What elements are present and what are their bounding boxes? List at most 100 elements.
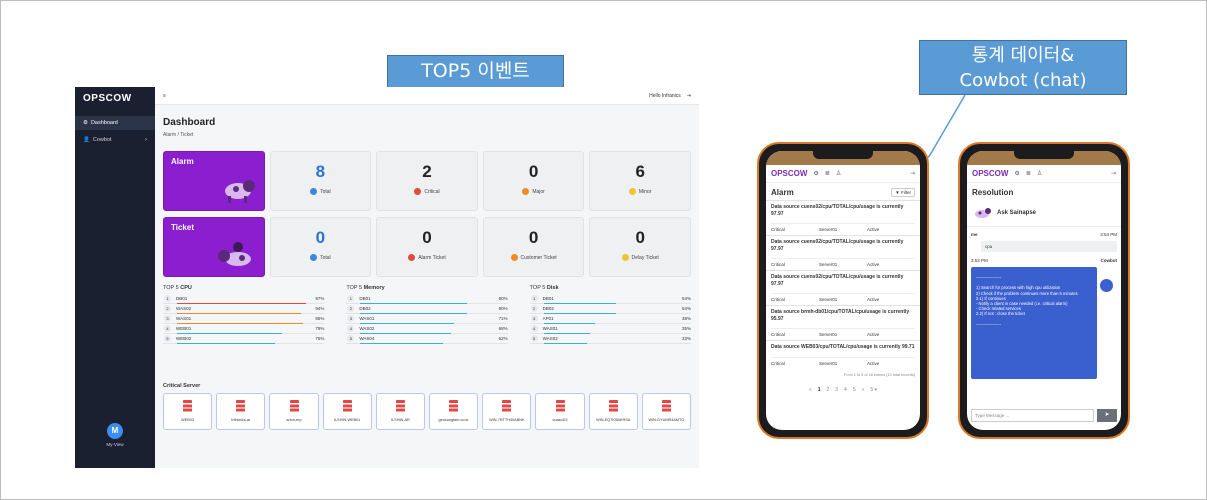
logout-icon[interactable]: ⇥ bbox=[1111, 170, 1116, 177]
cloud-icon: M bbox=[107, 423, 123, 439]
alarm-major-label: Major bbox=[532, 188, 545, 195]
ticket-alarm-value: 0 bbox=[422, 228, 432, 247]
page-5[interactable]: 5 bbox=[853, 387, 856, 393]
ticket-card[interactable]: Ticket bbox=[163, 217, 265, 277]
page-next[interactable]: » bbox=[862, 387, 865, 393]
server-card[interactable]: WIN-EQ7KSBKRSA bbox=[588, 393, 638, 430]
alarm-minor-label: Minor bbox=[638, 188, 652, 195]
logo[interactable]: OPSCOW bbox=[75, 87, 155, 104]
server-card[interactable]: WIN-7RTTH40ABNK bbox=[482, 393, 532, 430]
alarm-icon bbox=[408, 254, 416, 261]
bot-name: Ask Sainapse bbox=[997, 210, 1037, 216]
alarm-major-value: 0 bbox=[528, 162, 539, 181]
list-item[interactable]: 5 WAS02 33% bbox=[529, 334, 691, 344]
server-card[interactable]: geusungtam.co.kr bbox=[429, 393, 479, 430]
status-bar bbox=[967, 151, 1121, 165]
list-item[interactable]: 1 DB01 54% bbox=[529, 294, 691, 304]
server-card[interactable]: WEB03 bbox=[163, 393, 213, 430]
server-card[interactable]: Infranics-ar bbox=[216, 393, 266, 430]
ticket-total-tile[interactable]: 0 Total bbox=[269, 217, 372, 277]
list-item[interactable]: 5 WAS04 62% bbox=[346, 334, 508, 344]
my-view-label: My-View bbox=[106, 442, 124, 447]
dashboard-screenshot: OPSCOW ⚙ Dashboard 👤 Cowbot › M My-View … bbox=[75, 87, 699, 468]
logout-icon[interactable]: ⇥ bbox=[687, 93, 691, 99]
server-icon bbox=[183, 400, 193, 413]
page-title: Dashboard bbox=[163, 117, 216, 128]
server-card[interactable]: ILSHIN-WEB01 bbox=[322, 393, 372, 430]
server-card[interactable]: arion-erp bbox=[269, 393, 319, 430]
page-prev[interactable]: « bbox=[809, 387, 812, 393]
bot-header: Ask Sainapse bbox=[967, 200, 1121, 227]
page-3[interactable]: 3 bbox=[835, 387, 838, 393]
server-card[interactable]: ILSHIN-AR bbox=[375, 393, 426, 430]
top5-memory-title: TOP 5 Memory bbox=[346, 285, 385, 291]
list-item[interactable]: 1 DB01 97% bbox=[163, 294, 325, 304]
phone-alarm-screen: OPSCOW ⚙ ≣ ♙ ⇥ Alarm ▼ Filter Data sourc… bbox=[766, 151, 920, 430]
list-icon[interactable]: ≣ bbox=[825, 170, 830, 177]
alarm-total-tile[interactable]: 8 Total bbox=[269, 151, 372, 211]
critical-server-title: Critical Server bbox=[163, 383, 201, 389]
list-icon[interactable]: ≣ bbox=[1026, 170, 1031, 177]
info-icon bbox=[310, 254, 318, 261]
list-item[interactable]: 3 AP01 38% bbox=[529, 314, 691, 324]
message-input[interactable]: Type Message ... bbox=[971, 409, 1094, 422]
alarm-critical-tile[interactable]: 2 Critical bbox=[376, 151, 478, 211]
status-bar bbox=[766, 151, 920, 165]
alarm-card[interactable]: Alarm bbox=[163, 151, 265, 211]
list-item[interactable]: Data source cuens02/cpu/TOTAL/cpu/usage … bbox=[766, 200, 920, 235]
send-button[interactable]: ➤ bbox=[1097, 409, 1117, 422]
ticket-delay-tile[interactable]: 0 Delay Ticket bbox=[589, 217, 691, 277]
page-2[interactable]: 2 bbox=[826, 387, 829, 393]
sidebar-item-label: Cowbot bbox=[92, 137, 112, 143]
sidebar-item-dashboard[interactable]: ⚙ Dashboard bbox=[75, 116, 155, 130]
page-4[interactable]: 4 bbox=[844, 387, 847, 393]
user-icon[interactable]: ♙ bbox=[836, 170, 841, 177]
alarm-header: Alarm ▼ Filter bbox=[766, 183, 920, 200]
filter-button[interactable]: ▼ Filter bbox=[891, 188, 915, 197]
alarm-minor-value: 6 bbox=[635, 162, 645, 181]
ticket-customer-tile[interactable]: 0 Customer Ticket bbox=[482, 217, 585, 277]
list-item[interactable]: Data source cuens02/cpu/TOTAL/cpu/usage … bbox=[766, 235, 920, 270]
sidebar-item-cowbot[interactable]: 👤 Cowbot › bbox=[75, 133, 155, 147]
list-item[interactable]: 2 DB02 54% bbox=[529, 304, 691, 314]
page-1[interactable]: 1 bbox=[818, 387, 821, 393]
list-item[interactable]: 4 WAS01 35% bbox=[529, 324, 691, 334]
list-item[interactable]: 2 DB02 80% bbox=[346, 304, 508, 314]
list-item[interactable]: 4 WEB01 79% bbox=[163, 324, 325, 334]
alarm-total-label: Total bbox=[320, 188, 331, 195]
list-item[interactable]: 3 WAS01 71% bbox=[346, 314, 508, 324]
list-item[interactable]: Data source cuens02/cpu/TOTAL/cpu/usage … bbox=[766, 270, 920, 305]
my-view-button[interactable]: M My-View bbox=[99, 423, 131, 447]
send-icon: ➤ bbox=[1104, 412, 1110, 418]
logo[interactable]: OPSCOW bbox=[771, 169, 807, 178]
ticket-alarm-tile[interactable]: 0 Alarm Ticket bbox=[376, 217, 478, 277]
alarm-minor-tile[interactable]: 6 Minor bbox=[589, 151, 691, 211]
resolution-header: Resolution bbox=[967, 183, 1121, 200]
page-size-select[interactable]: 5 ▾ bbox=[870, 387, 877, 393]
list-item[interactable]: 4 WAS02 68% bbox=[346, 324, 508, 334]
ticket-card-title: Ticket bbox=[171, 223, 194, 232]
logout-icon[interactable]: ⇥ bbox=[910, 170, 915, 177]
list-item[interactable]: 5 WEB02 75% bbox=[163, 334, 325, 344]
list-item[interactable]: Data source brmh-db01/cpu/TOTAL/cpu/usag… bbox=[766, 305, 920, 340]
ticket-row: Ticket 0 Total 0 Alarm Ticket 0 Customer Ti… bbox=[163, 217, 691, 277]
menu-icon[interactable]: ≡ bbox=[163, 93, 166, 99]
server-card[interactable]: cuasoD3 bbox=[535, 393, 585, 430]
gear-icon[interactable]: ⚙ bbox=[813, 170, 818, 177]
server-icon bbox=[502, 400, 512, 413]
bot-message-meta: 3:53 PM Cowbot bbox=[971, 258, 1117, 263]
ticket-customer-label: Customer Ticket bbox=[520, 254, 557, 261]
server-card[interactable]: WIN-GYUMR4AMTG bbox=[641, 393, 692, 430]
ticket-total-label: Total bbox=[320, 254, 331, 261]
stats-callout: 통계 데이터& Cowbot (chat) bbox=[919, 40, 1127, 95]
phone-header: OPSCOW ⚙ ≣ ♙ ⇥ bbox=[766, 165, 920, 183]
user-icon[interactable]: ♙ bbox=[1037, 170, 1042, 177]
list-item[interactable]: 3 WAS01 95% bbox=[163, 314, 325, 324]
logo[interactable]: OPSCOW bbox=[972, 169, 1008, 178]
gear-icon[interactable]: ⚙ bbox=[1014, 170, 1019, 177]
list-item[interactable]: 2 WAS02 94% bbox=[163, 304, 325, 314]
list-item[interactable]: 1 DB01 80% bbox=[346, 294, 508, 304]
alarm-major-tile[interactable]: 0 Major bbox=[482, 151, 585, 211]
list-item[interactable]: Data source WEB03/cpu/TOTAL/cpu/usage is… bbox=[766, 340, 920, 369]
top5-memory: TOP 5 Memory 1 DB01 80% 2 DB02 80% 3 WAS01 71%… bbox=[346, 285, 508, 344]
